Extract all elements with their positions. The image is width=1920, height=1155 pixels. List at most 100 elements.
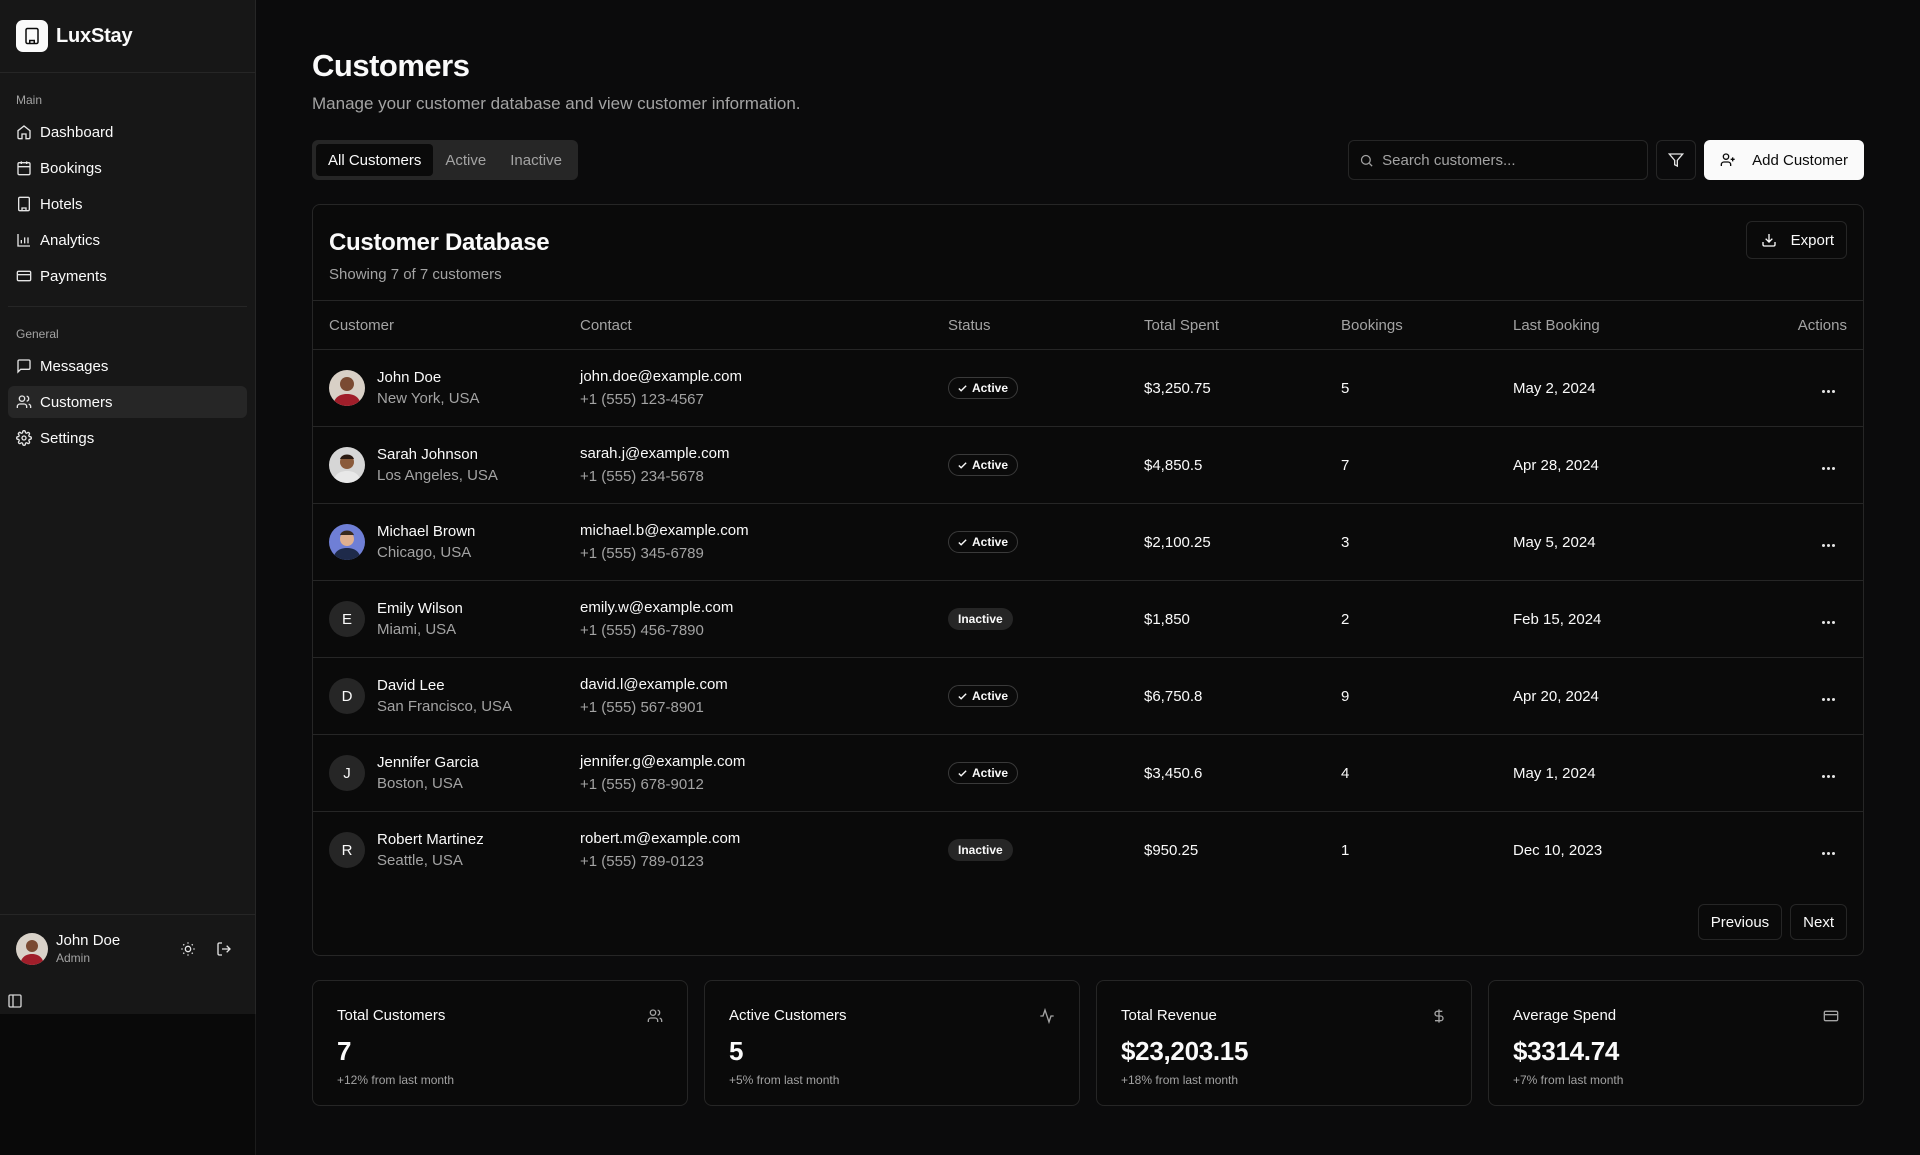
customer-name: Robert Martinez: [377, 831, 484, 849]
status-text: Inactive: [958, 843, 1003, 858]
table-row[interactable]: R Robert Martinez Seattle, USA robert.m@exa…: [313, 812, 1863, 889]
column-header[interactable]: Last Booking: [1497, 300, 1757, 350]
column-header[interactable]: Status: [932, 300, 1128, 350]
customer-name: Jennifer Garcia: [377, 754, 479, 771]
more-options-icon[interactable]: [1822, 466, 1835, 470]
more-options-icon[interactable]: [1822, 389, 1835, 393]
brand[interactable]: LuxStay: [0, 0, 255, 73]
previous-button[interactable]: Previous: [1697, 904, 1783, 940]
contact-phone: +1 (555) 678-9012: [580, 776, 704, 793]
stat-delta: +7% from last month: [1513, 1073, 1624, 1087]
sidebar-item-label: Hotels: [40, 195, 83, 213]
status-text: Active: [972, 458, 1009, 472]
bar-chart-icon: [16, 232, 32, 248]
status-cell: Active: [932, 349, 1128, 427]
more-options-icon[interactable]: [1822, 697, 1835, 701]
status-cell: Inactive: [932, 812, 1128, 889]
filter-icon: [1668, 152, 1685, 168]
status-cell: Active: [932, 734, 1128, 812]
tab-active[interactable]: Active: [433, 144, 498, 176]
more-options-icon[interactable]: [1822, 620, 1835, 624]
export-button[interactable]: Export: [1745, 221, 1847, 259]
customer-location: New York, USA: [377, 390, 480, 407]
status-badge: Active: [948, 454, 1019, 476]
total-spent-cell: $3,450.6: [1128, 734, 1325, 812]
table-row[interactable]: D David Lee San Francisco, USA david.l@exam…: [313, 657, 1863, 735]
customer-cell: John Doe New York, USA: [313, 349, 564, 427]
tab-inactive[interactable]: Inactive: [498, 144, 574, 176]
sidebar-item-bookings[interactable]: Bookings: [8, 152, 247, 184]
sidebar-item-analytics[interactable]: Analytics: [8, 224, 247, 256]
search-input[interactable]: [1382, 151, 1633, 169]
customer-location: San Francisco, USA: [377, 698, 513, 715]
table-header-row: Customer Contact Status Total Spent Book…: [313, 300, 1863, 350]
tab-all-customers[interactable]: All Customers: [316, 144, 434, 176]
user-role: Admin: [56, 951, 91, 965]
stat-card-total-revenue: Total Revenue $23,203.15 +18% from last …: [1096, 980, 1472, 1106]
last-booking-cell: May 2, 2024: [1497, 349, 1757, 427]
sidebar-toggle-icon[interactable]: [7, 993, 23, 1009]
logout-icon[interactable]: [216, 941, 232, 957]
customer-database-card: Customer Database Showing 7 of 7 custome…: [312, 204, 1864, 956]
more-options-icon[interactable]: [1822, 774, 1835, 778]
column-header[interactable]: Total Spent: [1128, 300, 1325, 350]
customer-cell: Michael Brown Chicago, USA: [313, 503, 564, 581]
next-button[interactable]: Next: [1790, 904, 1847, 940]
table-row[interactable]: Michael Brown Chicago, USA michael.b@examp…: [313, 503, 1863, 581]
avatar: R: [329, 832, 365, 869]
user-profile[interactable]: John Doe Admin: [0, 914, 256, 982]
status-badge: Active: [948, 377, 1019, 399]
bookings-cell: 1: [1341, 841, 1350, 859]
customer-location: Miami, USA: [377, 621, 457, 638]
column-header[interactable]: Customer: [313, 300, 564, 350]
last-booking-cell: May 5, 2024: [1497, 503, 1757, 581]
sidebar-item-messages[interactable]: Messages: [8, 350, 247, 382]
user-plus-icon: [1720, 152, 1736, 168]
contact-email: david.l@example.com: [580, 676, 728, 693]
sidebar-item-label: Dashboard: [40, 123, 114, 141]
nav-group-label: General: [16, 327, 59, 341]
add-customer-label: Add Customer: [1752, 151, 1848, 169]
avatar-initial: E: [341, 610, 352, 628]
sidebar-item-customers[interactable]: Customers: [8, 386, 247, 418]
contact-phone: +1 (555) 456-7890: [580, 622, 704, 639]
status-cell: Active: [932, 657, 1128, 735]
sidebar-item-dashboard[interactable]: Dashboard: [8, 116, 247, 148]
stat-delta: +12% from last month: [337, 1073, 455, 1087]
avatar: D: [329, 678, 365, 714]
actions-cell: [1757, 426, 1863, 504]
customer-name: John Doe: [377, 369, 442, 386]
status-text: Active: [972, 766, 1009, 780]
stat-card-total-customers: Total Customers 7 +12% from last month: [312, 980, 688, 1106]
column-header[interactable]: Contact: [564, 300, 932, 350]
add-customer-button[interactable]: Add Customer: [1704, 140, 1864, 180]
contact-email: john.doe@example.com: [580, 368, 742, 385]
gear-icon: [16, 430, 32, 446]
table-row[interactable]: E Emily Wilson Miami, USA emily.w@example.c…: [313, 580, 1863, 658]
customer-location: Boston, USA: [377, 775, 463, 792]
check-icon: [957, 383, 968, 394]
more-options-icon[interactable]: [1822, 543, 1835, 547]
dollar-icon: [1431, 1008, 1447, 1024]
sidebar-item-hotels[interactable]: Hotels: [8, 188, 247, 220]
status-badge: Inactive: [948, 839, 1013, 862]
more-options-icon[interactable]: [1822, 851, 1835, 855]
column-header[interactable]: Bookings: [1325, 300, 1497, 350]
page-title: Customers: [312, 48, 470, 83]
table-row[interactable]: J Jennifer Garcia Boston, USA jennifer.g@ex…: [313, 734, 1863, 812]
filter-button[interactable]: [1656, 140, 1697, 180]
table-row[interactable]: John Doe New York, USA john.doe@example.co…: [313, 349, 1863, 427]
sun-icon[interactable]: [180, 941, 196, 957]
card-title: Customer Database: [329, 229, 550, 256]
customer-table: Customer Contact Status Total Spent Book…: [313, 300, 1863, 889]
contact-cell: john.doe@example.com +1 (555) 123-4567: [564, 349, 932, 427]
credit-card-icon: [16, 268, 32, 284]
total-spent-cell: $1,850: [1128, 580, 1325, 658]
sidebar-item-payments[interactable]: Payments: [8, 260, 247, 292]
filter-tabs: All Customers Active Inactive: [312, 140, 578, 180]
building-logo-icon: [16, 20, 48, 52]
customer-cell: E Emily Wilson Miami, USA: [313, 580, 564, 658]
sidebar-item-settings[interactable]: Settings: [8, 422, 247, 454]
contact-cell: david.l@example.com +1 (555) 567-8901: [564, 657, 932, 735]
table-row[interactable]: Sarah Johnson Los Angeles, USA sarah.j@exa…: [313, 426, 1863, 504]
